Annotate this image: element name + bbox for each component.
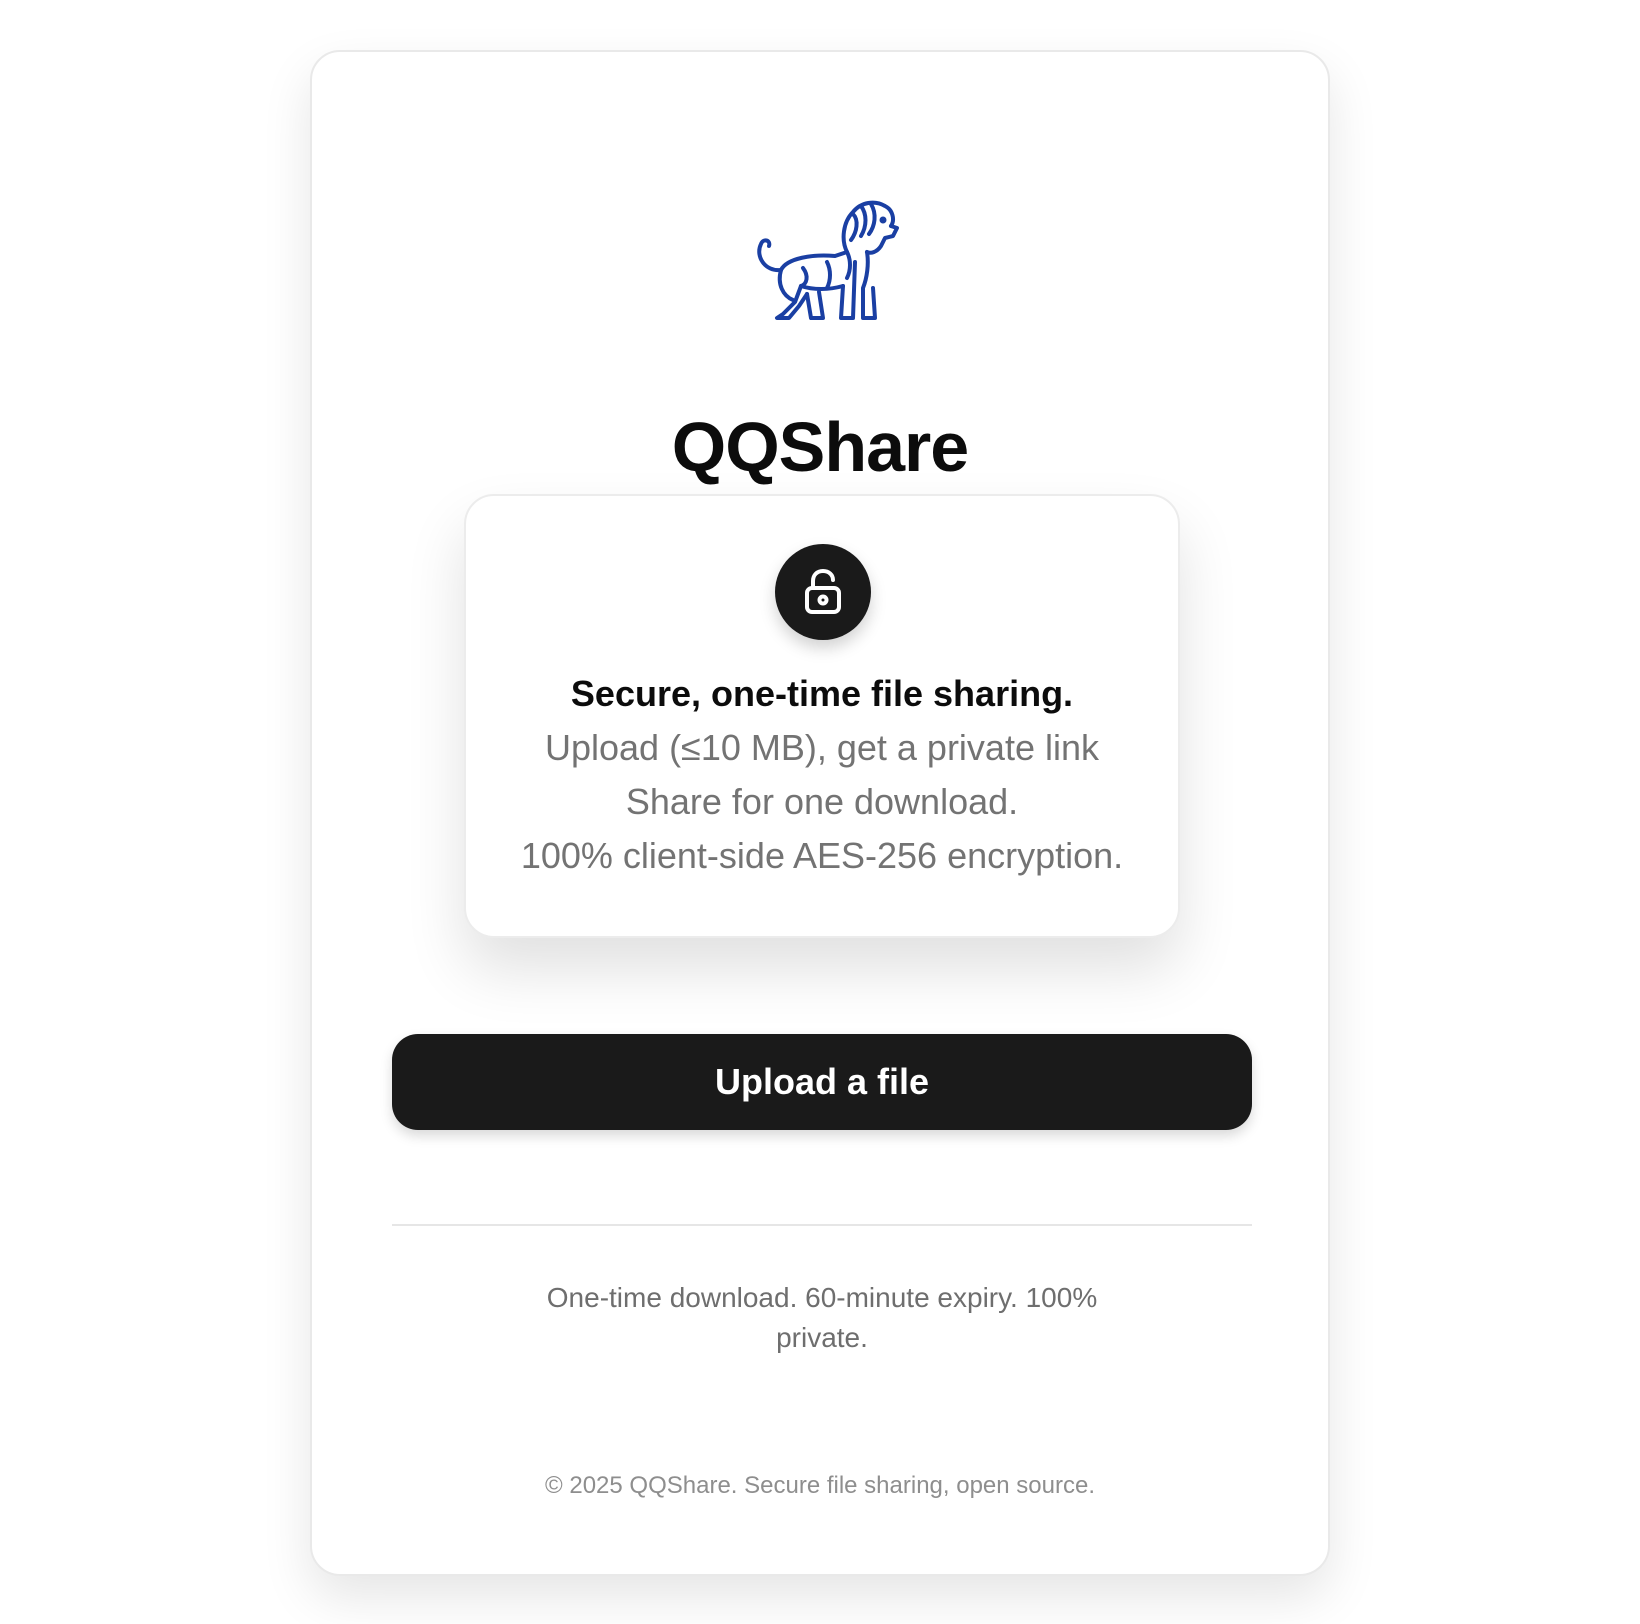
copyright-footer: © 2025 QQShare. Secure file sharing, ope… — [545, 1472, 1095, 1499]
unlocked-padlock-icon — [805, 569, 841, 614]
info-line-one-download: Share for one download. — [625, 781, 1019, 822]
lion-logo-icon — [743, 192, 903, 327]
divider — [392, 1224, 1252, 1226]
app-title: QQShare — [671, 408, 969, 486]
main-card: QQShare Secure, one-time file sharing. U… — [310, 50, 1330, 1576]
info-line-encryption: 100% client-side AES-256 encryption. — [520, 835, 1124, 876]
lock-badge — [775, 544, 871, 640]
expiry-note: One-time download. 60-minute expiry. 100… — [546, 1282, 1098, 1353]
info-panel: Secure, one-time file sharing. Upload (≤… — [464, 494, 1180, 938]
info-line-upload-limit: Upload (≤10 MB), get a private link — [544, 727, 1099, 768]
upload-file-button[interactable]: Upload a file — [392, 1034, 1252, 1130]
info-heading: Secure, one-time file sharing. — [570, 673, 1074, 714]
